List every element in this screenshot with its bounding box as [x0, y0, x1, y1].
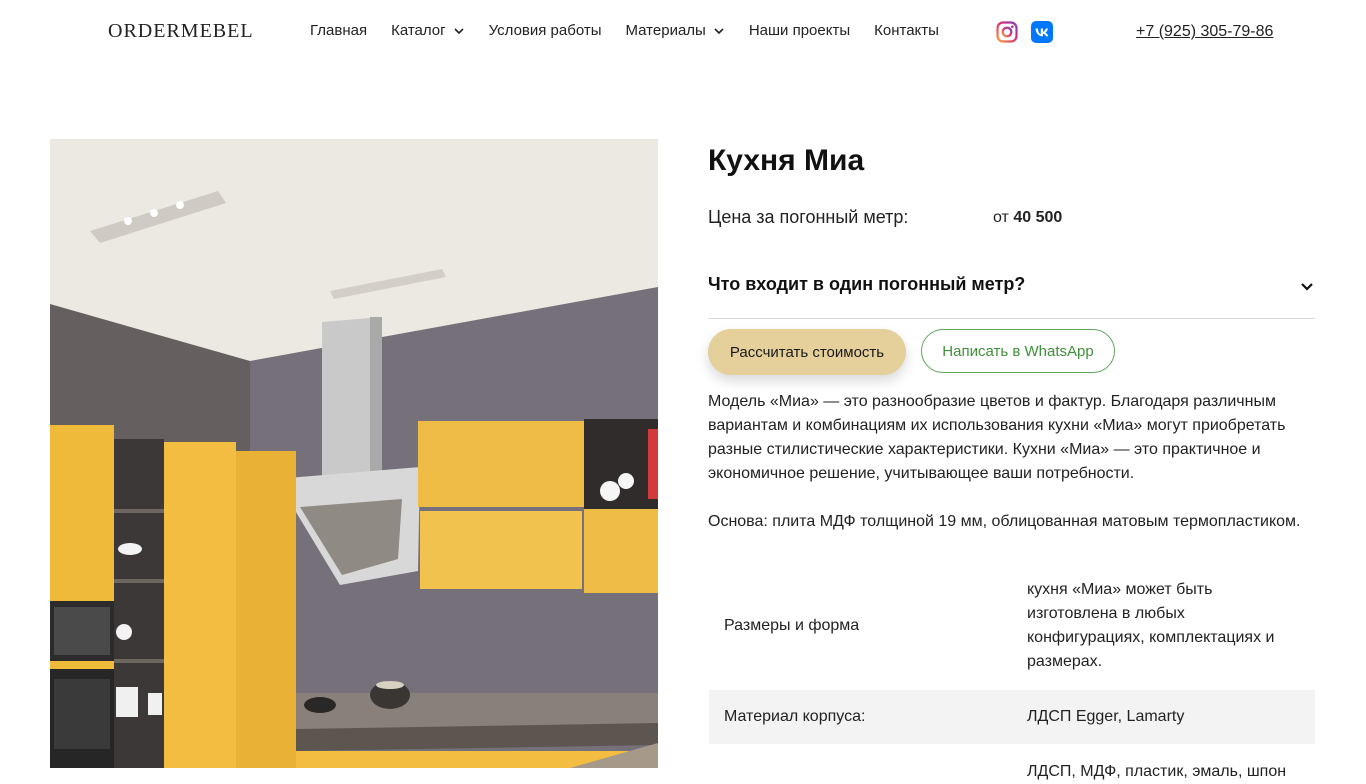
product-photo [50, 139, 658, 768]
chevron-down-icon [1301, 283, 1313, 291]
nav-label: Материалы [625, 22, 706, 39]
nav-item-materials[interactable]: Материалы [626, 22, 725, 39]
product-description: Модель «Миа» — это разнообразие цветов и… [708, 390, 1315, 534]
whatsapp-button[interactable]: Написать в WhatsApp [921, 329, 1115, 373]
phone-link[interactable]: +7 (925) 305-79-86 [1136, 23, 1273, 41]
vk-icon[interactable] [1031, 21, 1053, 43]
price-prefix: от [993, 209, 1009, 226]
nav-label: Главная [310, 22, 368, 39]
calculate-cost-button[interactable]: Рассчитать стоимость [708, 329, 906, 375]
chevron-down-icon [454, 27, 464, 34]
nav-label: Условия работы [488, 22, 602, 39]
price-label: Цена за погонный метр: [708, 207, 909, 227]
instagram-icon[interactable] [996, 21, 1018, 43]
nav-label: Контакты [874, 22, 939, 39]
spec-key: Материал корпуса: [724, 708, 866, 725]
product-title: Кухня Миа [708, 144, 865, 177]
nav-item-catalog[interactable]: Каталог [391, 22, 465, 39]
price-amount: 40 500 [1013, 209, 1063, 226]
description-paragraph: Модель «Миа» — это разнообразие цветов и… [708, 393, 1286, 482]
spec-value: ЛДСП, МДФ, пластик, эмаль, шпон [1027, 763, 1287, 780]
spec-row: Материал корпуса: ЛДСП Egger, Lamarty [709, 690, 1315, 744]
spec-value: кухня «Миа» может быть изготовлена в люб… [1027, 581, 1275, 670]
nav-label: Каталог [391, 22, 446, 39]
nav-item-projects[interactable]: Наши проекты [749, 22, 850, 39]
site-logo[interactable]: ORDERMEBEL [108, 20, 254, 43]
price-value: от 40 500 [993, 209, 1062, 227]
spec-key: Размеры и форма [724, 617, 860, 634]
nav-item-contacts[interactable]: Контакты [874, 22, 939, 39]
spec-row: ЛДСП, МДФ, пластик, эмаль, шпон [709, 744, 1315, 784]
description-paragraph: Основа: плита МДФ толщиной 19 мм, облицо… [708, 513, 1301, 530]
kitchen-image [50, 139, 658, 768]
faq-question: Что входит в один погонный метр? [708, 274, 1026, 294]
spec-value: ЛДСП Egger, Lamarty [1027, 708, 1185, 725]
site-header: ORDERMEBEL Главная Каталог Условия работ… [0, 0, 1366, 64]
main-nav: Главная Каталог Условия работы Материалы… [310, 22, 963, 39]
faq-toggle[interactable]: Что входит в один погонный метр? [708, 262, 1315, 319]
nav-item-terms[interactable]: Условия работы [489, 22, 602, 39]
chevron-down-icon [714, 27, 724, 34]
nav-item-home[interactable]: Главная [310, 22, 367, 39]
nav-label: Наши проекты [748, 22, 851, 39]
spec-row: Размеры и форма кухня «Миа» может быть и… [709, 566, 1315, 688]
